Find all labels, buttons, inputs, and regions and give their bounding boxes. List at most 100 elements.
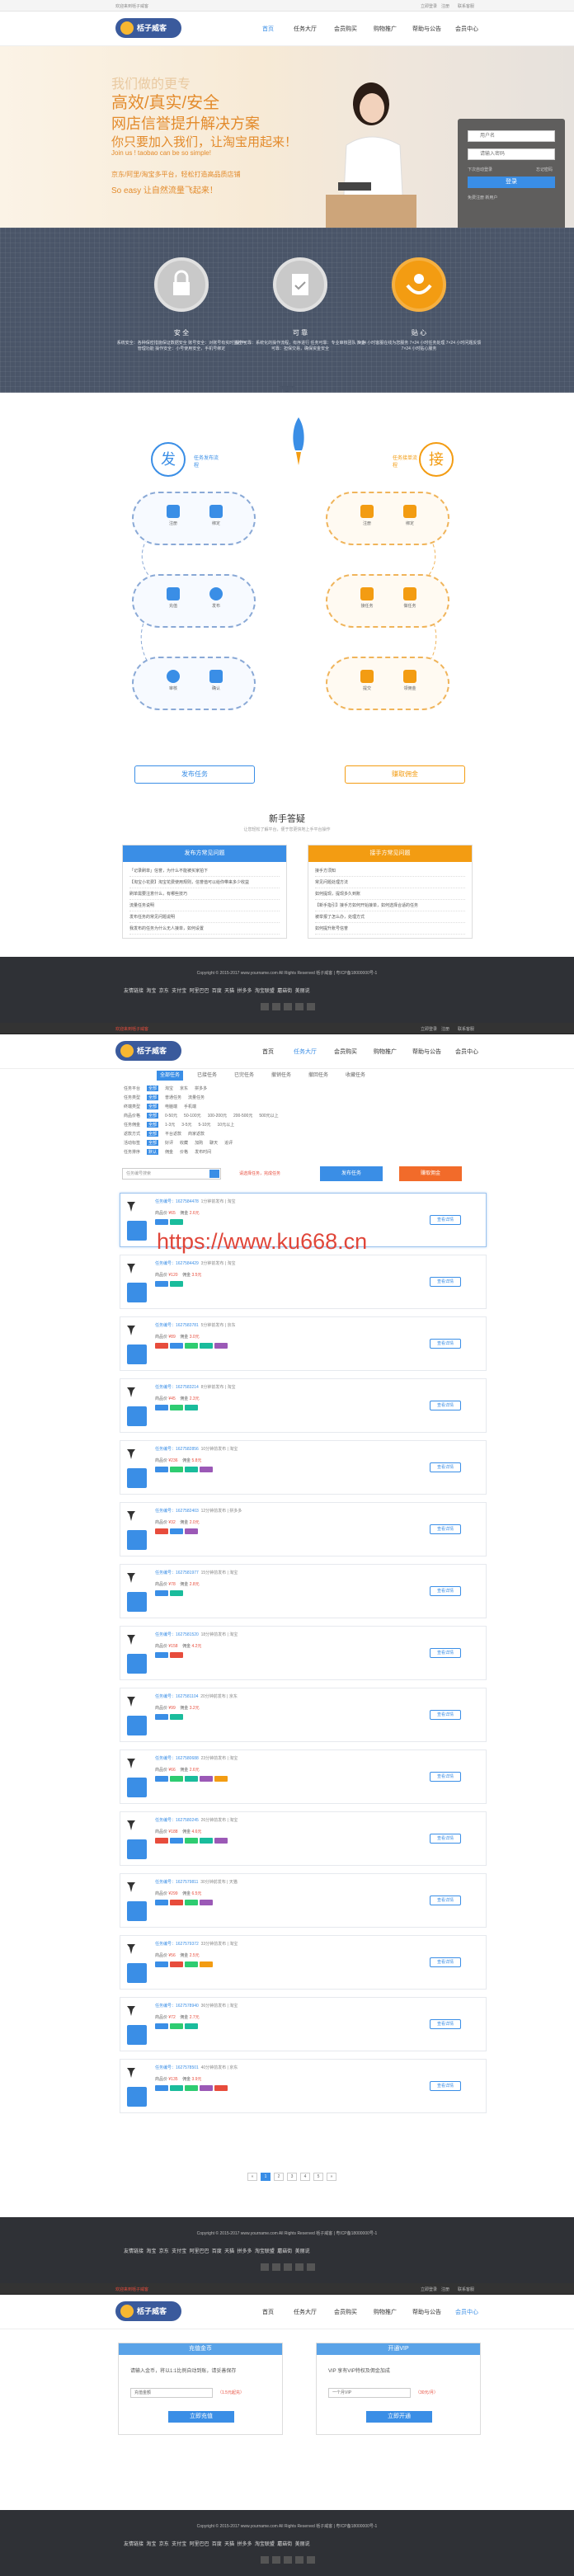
username-input[interactable] <box>468 130 555 142</box>
filter-option[interactable]: 加购 <box>195 1140 203 1146</box>
filter-option[interactable]: 全部 <box>147 1085 159 1091</box>
register-link[interactable]: 注册 <box>441 3 449 9</box>
filter-option[interactable]: 淘宝 <box>165 1085 173 1091</box>
filter-option[interactable]: 全部 <box>147 1131 159 1137</box>
login-link[interactable]: 立即登录 <box>421 3 437 9</box>
filter-option[interactable]: 追评 <box>224 1140 233 1146</box>
faq-item[interactable]: 「记录刷单」信誉，为什么不能被买家拍下 <box>129 865 280 877</box>
recharge-amount-input[interactable]: 充值金额 <box>130 2388 213 2398</box>
filter-option[interactable]: 10元以上 <box>218 1122 235 1128</box>
faq-item[interactable]: 接手方须知 <box>315 865 465 877</box>
page-button[interactable]: 4 <box>300 2173 310 2181</box>
task-row[interactable]: 任务编号：1627580688 23分钟前发布 | 淘宝 商品价 ¥66 佣金 2… <box>120 1750 487 1804</box>
filter-option[interactable]: 1-3元 <box>165 1122 175 1128</box>
faq-item[interactable]: 我发布的任务为什么无人接单，如何设置 <box>129 923 280 935</box>
filter-option[interactable]: 商家返款 <box>188 1131 205 1137</box>
logo[interactable]: 栝子威客 <box>115 1041 181 1061</box>
task-row[interactable]: 任务编号：1627581104 20分钟前发布 | 京东 商品价 ¥99 佣金 3… <box>120 1688 487 1742</box>
task-row[interactable]: 任务编号：1627578501 40分钟前发布 | 京东 商品价 ¥135 佣金 … <box>120 2059 487 2113</box>
tab-taken[interactable]: 已接任务 <box>194 1071 220 1081</box>
filter-option[interactable]: 佣金 <box>165 1149 173 1155</box>
task-row[interactable]: 任务编号：1627578940 36分钟前发布 | 淘宝 商品价 ¥72 佣金 2… <box>120 1997 487 2051</box>
page-button[interactable]: 2 <box>274 2173 284 2181</box>
vip-select[interactable]: 一个月VIP <box>328 2388 411 2398</box>
filter-option[interactable]: 100-200元 <box>208 1113 227 1118</box>
search-input[interactable]: 任务编号搜索 <box>122 1168 221 1180</box>
filter-option[interactable]: 电脑端 <box>165 1104 177 1109</box>
filter-option[interactable]: 收藏 <box>180 1140 188 1146</box>
tab-withdraw[interactable]: 撤回任务 <box>305 1071 332 1081</box>
service-link[interactable]: 联系客服 <box>458 3 474 9</box>
filter-option[interactable]: 平台返款 <box>165 1131 181 1137</box>
earn-commission-button[interactable]: 赚取佣金 <box>345 765 465 784</box>
task-row[interactable]: 任务编号：1627579811 30分钟前发布 | 天猫 商品价 ¥299 佣金 … <box>120 1873 487 1928</box>
register-link-box[interactable]: 免费注册 新用户 <box>468 195 497 200</box>
publish-task-button[interactable]: 发布任务 <box>134 765 255 784</box>
view-task-button[interactable]: 查看详情 <box>430 1710 461 1720</box>
vip-button[interactable]: 立即开通 <box>366 2411 432 2423</box>
nav-vip[interactable]: 会员购买 <box>334 25 357 33</box>
task-row[interactable]: 任务编号：1627584429 3分钟前发布 | 淘宝 商品价 ¥120 佣金 3… <box>120 1255 487 1309</box>
nav-member[interactable]: 会员中心 <box>455 25 478 33</box>
view-task-button[interactable]: 查看详情 <box>430 1648 461 1658</box>
page-button[interactable]: 1 <box>261 2173 271 2181</box>
faq-item[interactable]: 常见问题处理方法 <box>315 877 465 888</box>
view-task-button[interactable]: 查看详情 <box>430 1834 461 1844</box>
tab-all[interactable]: 全部任务 <box>157 1071 184 1081</box>
view-task-button[interactable]: 查看详情 <box>430 1339 461 1349</box>
filter-option[interactable]: 京东 <box>180 1085 188 1091</box>
filter-option[interactable]: 默认 <box>147 1149 159 1155</box>
page-button[interactable]: » <box>327 2173 336 2181</box>
task-row[interactable]: 任务编号：1627583214 8分钟前发布 | 淘宝 商品价 ¥45 佣金 2.… <box>120 1378 487 1433</box>
filter-option[interactable]: 全部 <box>147 1113 159 1118</box>
view-task-button[interactable]: 查看详情 <box>430 1277 461 1287</box>
filter-option[interactable]: 3-5元 <box>181 1122 191 1128</box>
filter-option[interactable]: 价格 <box>180 1149 188 1155</box>
task-row[interactable]: 任务编号：1627582403 12分钟前发布 | 拼多多 商品价 ¥32 佣金 … <box>120 1502 487 1556</box>
filter-option[interactable]: 全部 <box>147 1104 159 1109</box>
filter-option[interactable]: 全部 <box>147 1095 159 1100</box>
view-task-button[interactable]: 查看详情 <box>430 1524 461 1534</box>
view-task-button[interactable]: 查看详情 <box>430 1957 461 1967</box>
filter-option[interactable]: 50-100元 <box>184 1113 201 1118</box>
nav-promo[interactable]: 购物推广 <box>374 25 397 33</box>
filter-option[interactable]: 全部 <box>147 1140 159 1146</box>
filter-option[interactable]: 500元以上 <box>259 1113 278 1118</box>
tab-done[interactable]: 已完任务 <box>231 1071 257 1081</box>
task-row[interactable]: 任务编号：1627581977 15分钟前发布 | 淘宝 商品价 ¥78 佣金 2… <box>120 1564 487 1618</box>
tab-favorite[interactable]: 收藏任务 <box>342 1071 369 1081</box>
filter-option[interactable]: 普通任务 <box>165 1095 181 1100</box>
view-task-button[interactable]: 查看详情 <box>430 2081 461 2091</box>
filter-option[interactable]: 流量任务 <box>188 1095 205 1100</box>
faq-item[interactable]: 发布任务的常见问题说明 <box>129 911 280 923</box>
nav-help[interactable]: 帮助与公告 <box>412 25 441 33</box>
task-row[interactable]: 任务编号：1627580245 26分钟前发布 | 淘宝 商品价 ¥188 佣金 … <box>120 1811 487 1866</box>
view-task-button[interactable]: 查看详情 <box>430 1215 461 1225</box>
logo[interactable]: 栝子威客 <box>115 2301 181 2321</box>
page-button[interactable]: 3 <box>287 2173 297 2181</box>
faq-item[interactable]: 被举报了怎么办，处理方式 <box>315 911 465 923</box>
filter-option[interactable]: 0-50元 <box>165 1113 177 1118</box>
page-button[interactable]: 5 <box>313 2173 323 2181</box>
view-task-button[interactable]: 查看详情 <box>430 1586 461 1596</box>
search-icon[interactable] <box>209 1170 219 1178</box>
faq-item[interactable]: 刷单需要注意什么，有哪些技巧 <box>129 888 280 900</box>
nav-home[interactable]: 首页 <box>262 25 274 33</box>
view-task-button[interactable]: 查看详情 <box>430 1462 461 1472</box>
view-task-button[interactable]: 查看详情 <box>430 1772 461 1782</box>
password-input[interactable] <box>468 148 555 160</box>
faq-item[interactable]: 流量任务说明 <box>129 900 280 911</box>
filter-option[interactable]: 发布时间 <box>195 1149 211 1155</box>
faq-item[interactable]: 如何提升账号信誉 <box>315 923 465 935</box>
page-button[interactable]: « <box>247 2173 257 2181</box>
earn-button-2[interactable]: 赚取佣金 <box>399 1166 462 1181</box>
faq-item[interactable]: 如何提现，提现多久到账 <box>315 888 465 900</box>
forgot-link[interactable]: 忘记密码 <box>536 167 553 172</box>
faq-item[interactable]: 【淘宝小花费】淘宝花费使用规则，信誉值可以给你带来多少收益 <box>129 877 280 888</box>
filter-option[interactable]: 全部 <box>147 1122 159 1128</box>
publish-task-button-2[interactable]: 发布任务 <box>320 1166 383 1181</box>
view-task-button[interactable]: 查看详情 <box>430 1896 461 1905</box>
filter-option[interactable]: 聊天 <box>209 1140 218 1146</box>
view-task-button[interactable]: 查看详情 <box>430 2019 461 2029</box>
task-row[interactable]: 任务编号：1627579372 33分钟前发布 | 淘宝 商品价 ¥56 佣金 2… <box>120 1935 487 1990</box>
